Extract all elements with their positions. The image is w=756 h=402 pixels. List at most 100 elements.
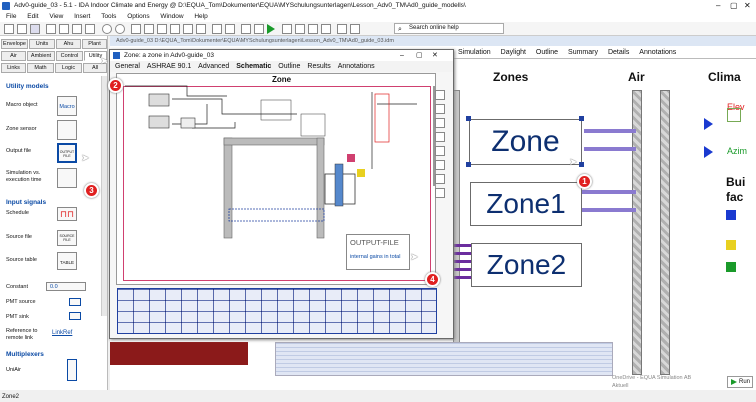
print-icon[interactable]	[46, 24, 56, 34]
menu-insert[interactable]: Insert	[74, 13, 90, 20]
pmt-sink-icon[interactable]	[69, 312, 81, 320]
item-macro-object[interactable]: Macro object	[6, 102, 38, 108]
properties-icon[interactable]	[225, 24, 235, 34]
item-schedule[interactable]: Schedule	[6, 210, 29, 216]
item-zone-sensor[interactable]: Zone sensor	[6, 126, 37, 132]
tool-icon[interactable]	[435, 90, 445, 100]
dialog-minimize-icon[interactable]: –	[400, 51, 404, 60]
copy-icon[interactable]	[72, 24, 82, 34]
output-file-icon[interactable]: OUTPUT FILE	[57, 143, 77, 163]
tool-icon[interactable]	[435, 132, 445, 142]
minimize-icon[interactable]: –	[716, 0, 720, 12]
menu-view[interactable]: View	[49, 13, 63, 20]
item-pmt-sink[interactable]: PMT sink	[6, 314, 29, 320]
tab-general[interactable]: General	[115, 63, 140, 70]
tab-outline-dialog[interactable]: Outline	[278, 63, 300, 70]
zoom-icon[interactable]	[144, 24, 154, 34]
item-source-file[interactable]: Source file	[6, 234, 32, 240]
tab-math[interactable]: Math	[27, 63, 54, 73]
item-pmt-source[interactable]: PMT source	[6, 299, 36, 305]
menu-edit[interactable]: Edit	[27, 13, 38, 20]
select-icon[interactable]	[131, 24, 141, 34]
save-icon[interactable]	[30, 24, 40, 34]
text-icon[interactable]	[183, 24, 193, 34]
tab-summary[interactable]: Summary	[568, 49, 598, 56]
tab-advanced[interactable]: Advanced	[198, 63, 229, 70]
link-icon[interactable]	[254, 24, 264, 34]
tab-simulation[interactable]: Simulation	[458, 49, 491, 56]
selection-handle[interactable]	[466, 116, 471, 121]
tab-links[interactable]: Links	[1, 63, 26, 73]
item-source-table[interactable]: Source table	[6, 257, 37, 263]
tab-air[interactable]: Air	[1, 51, 26, 61]
constant-icon[interactable]: 0.0	[46, 282, 86, 291]
paste-icon[interactable]	[85, 24, 95, 34]
menu-file[interactable]: File	[6, 13, 16, 20]
maximize-icon[interactable]: ▢	[730, 0, 738, 12]
tab-ashrae[interactable]: ASHRAE 90.1	[147, 63, 191, 70]
help-icon[interactable]	[337, 24, 347, 34]
linkref-icon[interactable]: LinkRef	[52, 330, 72, 336]
tab-results[interactable]: Results	[307, 63, 330, 70]
tab-ambient[interactable]: Ambient	[27, 51, 55, 61]
tool-icon[interactable]	[435, 118, 445, 128]
diagram-icon[interactable]	[308, 24, 318, 34]
menu-tools[interactable]: Tools	[101, 13, 116, 20]
macro-icon[interactable]: Macro	[57, 96, 77, 116]
tab-control[interactable]: Control	[56, 51, 83, 61]
stop-icon[interactable]	[282, 24, 292, 34]
zone1-box[interactable]: Zone1	[470, 182, 582, 226]
tool-icon[interactable]	[435, 160, 445, 170]
selection-handle[interactable]	[466, 162, 471, 167]
menu-window[interactable]: Window	[160, 13, 183, 20]
zone-sensor-icon[interactable]	[57, 120, 77, 140]
dialog-close-icon[interactable]: ✕	[432, 51, 438, 60]
tab-daylight[interactable]: Daylight	[501, 49, 526, 56]
close-icon[interactable]: ✕	[744, 0, 751, 12]
tab-ahu[interactable]: Ahu	[56, 39, 81, 49]
azimuth-sensor-icon[interactable]	[704, 146, 713, 158]
sun-sensor-icon[interactable]	[704, 118, 713, 130]
tab-outline[interactable]: Outline	[536, 49, 558, 56]
tab-envelope[interactable]: Envelope	[1, 39, 28, 49]
pmt-source-icon[interactable]	[69, 298, 81, 306]
schedule-icon[interactable]: ⊓⊓	[57, 207, 77, 221]
selection-handle[interactable]	[579, 162, 584, 167]
source-file-icon[interactable]: SOURCE FILE	[57, 230, 77, 246]
run-simulation-icon[interactable]	[267, 24, 275, 34]
item-uniair[interactable]: UniAir	[6, 367, 21, 373]
simulation-time-icon[interactable]	[57, 168, 77, 188]
tool-icon[interactable]	[435, 146, 445, 156]
item-output-file[interactable]: Output file	[6, 148, 31, 154]
draw-line-icon[interactable]	[170, 24, 180, 34]
item-constant[interactable]: Constant	[6, 284, 28, 290]
table-icon[interactable]	[321, 24, 331, 34]
report-icon[interactable]	[295, 24, 305, 34]
cut-icon[interactable]	[59, 24, 69, 34]
tab-plant[interactable]: Plant	[82, 39, 107, 49]
redo-icon[interactable]	[115, 24, 125, 34]
fit-icon[interactable]	[157, 24, 167, 34]
search-input[interactable]: ⌕ Search online help	[394, 23, 504, 34]
tab-annotations-dialog[interactable]: Annotations	[338, 63, 375, 70]
run-button[interactable]: Run	[727, 376, 753, 388]
new-icon[interactable]	[4, 24, 14, 34]
tab-logic[interactable]: Logic	[55, 63, 82, 73]
info-icon[interactable]	[350, 24, 360, 34]
menu-options[interactable]: Options	[127, 13, 149, 20]
palette-scrollbar[interactable]	[101, 76, 107, 316]
grid-icon[interactable]	[212, 24, 222, 34]
uniair-icon[interactable]	[67, 359, 77, 381]
tab-annotations[interactable]: Annotations	[639, 49, 676, 56]
align-icon[interactable]	[196, 24, 206, 34]
dialog-maximize-icon[interactable]: ▢	[416, 51, 423, 60]
tab-units[interactable]: Units	[29, 39, 55, 49]
open-icon[interactable]	[17, 24, 27, 34]
facade-icon[interactable]	[726, 210, 736, 220]
tab-details[interactable]: Details	[608, 49, 629, 56]
zone-box[interactable]: Zone	[469, 119, 582, 165]
tool-icon[interactable]	[435, 174, 445, 184]
tool-icon[interactable]	[435, 188, 445, 198]
light-icon[interactable]	[726, 240, 736, 250]
item-simulation-vs-execution[interactable]: Simulation vs. execution time	[6, 170, 51, 184]
